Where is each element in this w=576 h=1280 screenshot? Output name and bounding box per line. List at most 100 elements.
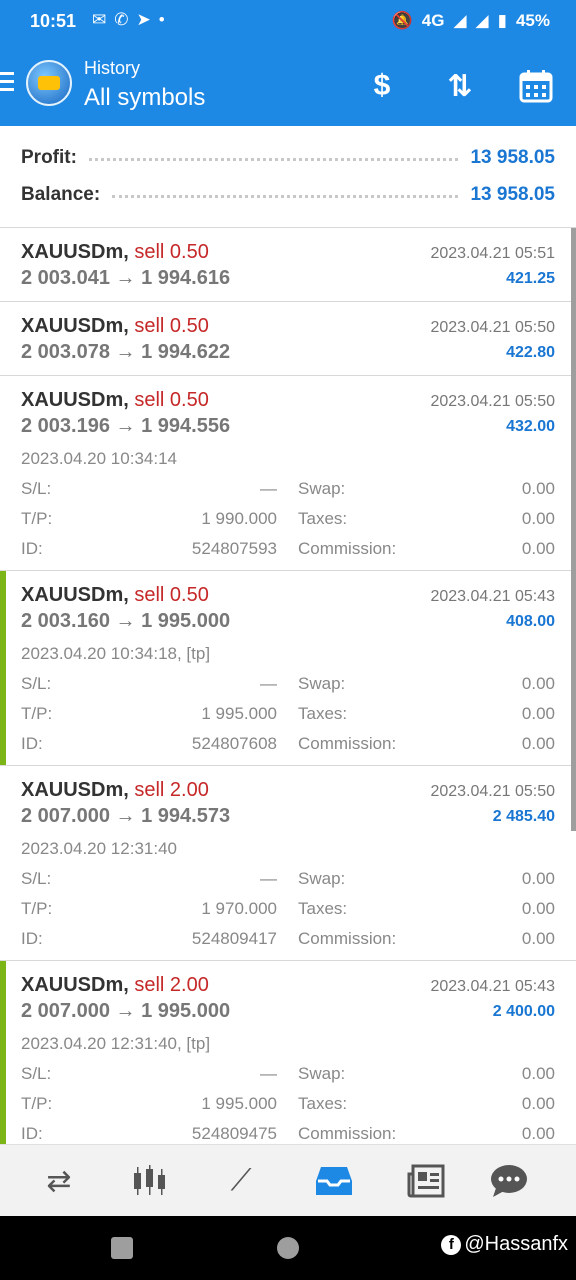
deal-row[interactable]: XAUUSDm, sell 0.50 2 003.078 → 1 994.622…	[0, 302, 576, 376]
deal-symbol: XAUUSDm,	[21, 779, 129, 801]
sl-swap-row: S/L: — Swap: 0.00	[21, 869, 555, 893]
calendar-icon[interactable]	[516, 66, 556, 106]
deal-action: sell 2.00	[134, 779, 209, 801]
bottom-nav: ⇄ ⟋	[0, 1144, 576, 1216]
symbol-filter[interactable]: All symbols	[84, 84, 205, 112]
battery-icon: ▮	[497, 11, 507, 30]
commission-value: 0.00	[521, 1124, 555, 1143]
clock: 10:51	[30, 11, 77, 31]
deal-close-time: 2023.04.21 05:43	[430, 978, 555, 995]
news-icon[interactable]	[401, 1157, 451, 1205]
deal-symbol: XAUUSDm,	[21, 584, 129, 606]
chart-icon[interactable]	[125, 1157, 175, 1205]
tp-taxes-row: T/P: 1 970.000 Taxes: 0.00	[21, 899, 555, 923]
deal-row-expanded[interactable]: XAUUSDm, sell 2.00 2 007.000 → 1 994.573…	[0, 766, 576, 961]
deal-row-expanded[interactable]: XAUUSDm, sell 0.50 2 003.196 → 1 994.556…	[0, 376, 576, 571]
notification-icons: ✉ ✆ ➤ •	[92, 10, 165, 30]
id-label: ID:	[21, 734, 43, 753]
swap-label: Swap:	[298, 674, 346, 693]
deal-symbol: XAUUSDm,	[21, 315, 129, 337]
tp-value: 1 995.000	[201, 704, 277, 723]
id-value: 524807608	[191, 734, 277, 753]
tp-taxes-row: T/P: 1 995.000 Taxes: 0.00	[21, 1094, 555, 1118]
status-bar: 10:51 ✉ ✆ ➤ • 🔕 4G ◢ ◢ ▮ 45%	[0, 0, 576, 44]
commission-label: Commission:	[298, 1124, 397, 1143]
watermark: f @Hassanfx	[441, 1233, 568, 1256]
deal-open-time: 2023.04.20 10:34:18, [tp]	[21, 644, 211, 663]
taxes-label: Taxes:	[298, 1094, 348, 1113]
profit-value: 13 958.05	[470, 147, 555, 168]
balance-label: Balance:	[21, 184, 101, 205]
commission-label: Commission:	[298, 929, 397, 948]
deal-profit: 422.80	[506, 344, 555, 361]
account-summary: Profit: 13 958.05 Balance: 13 958.05	[0, 126, 576, 228]
home-button[interactable]	[277, 1237, 299, 1259]
menu-icon[interactable]	[0, 72, 16, 96]
swap-label: Swap:	[298, 1064, 346, 1083]
sl-swap-row: S/L: — Swap: 0.00	[21, 1064, 555, 1088]
sl-swap-row: S/L: — Swap: 0.00	[21, 479, 555, 503]
chat-icon[interactable]	[484, 1157, 534, 1205]
commission-value: 0.00	[521, 539, 555, 558]
trade-icon[interactable]: ⟋	[216, 1157, 266, 1205]
deal-prices: 2 003.196 → 1 994.556	[21, 415, 231, 437]
id-value: 524809475	[191, 1124, 277, 1143]
deal-action: sell 0.50	[134, 389, 209, 411]
history-icon[interactable]	[309, 1157, 359, 1205]
deal-action: sell 2.00	[134, 974, 209, 996]
deal-row-expanded[interactable]: XAUUSDm, sell 0.50 2 003.160 → 1 995.000…	[0, 571, 576, 766]
deal-action: sell 0.50	[134, 584, 209, 606]
app-logo	[26, 60, 72, 106]
dotted-leader	[88, 155, 459, 161]
deal-profit: 2 400.00	[492, 1003, 555, 1020]
quotes-icon[interactable]: ⇄	[34, 1157, 84, 1205]
id-commission-row: ID: 524809417 Commission: 0.00	[21, 929, 555, 953]
deal-close-time: 2023.04.21 05:43	[430, 588, 555, 605]
deal-prices: 2 007.000 → 1 995.000	[21, 1000, 231, 1022]
tp-taxes-row: T/P: 1 995.000 Taxes: 0.00	[21, 704, 555, 728]
taxes-value: 0.00	[521, 1094, 555, 1113]
tp-taxes-row: T/P: 1 990.000 Taxes: 0.00	[21, 509, 555, 533]
scrollbar[interactable]	[571, 228, 576, 831]
messenger-icon: ✉	[92, 10, 107, 29]
deal-row[interactable]: XAUUSDm, sell 0.50 2 003.041 → 1 994.616…	[0, 228, 576, 302]
facebook-icon: f	[441, 1234, 462, 1255]
deals-list[interactable]: XAUUSDm, sell 0.50 2 003.041 → 1 994.616…	[0, 228, 576, 1144]
deal-row-expanded[interactable]: XAUUSDm, sell 2.00 2 007.000 → 1 995.000…	[0, 961, 576, 1144]
sl-label: S/L:	[21, 674, 52, 693]
tp-label: T/P:	[21, 704, 53, 723]
sl-value: —	[260, 1064, 277, 1083]
id-commission-row: ID: 524809475 Commission: 0.00	[21, 1124, 555, 1144]
profit-row: Profit: 13 958.05	[21, 143, 555, 173]
deal-close-time: 2023.04.21 05:51	[430, 245, 555, 262]
battery-level: 45%	[515, 11, 550, 30]
sl-label: S/L:	[21, 1064, 52, 1083]
swap-value: 0.00	[521, 674, 555, 693]
tp-value: 1 995.000	[201, 1094, 277, 1113]
deal-prices: 2 007.000 → 1 994.573	[21, 805, 231, 827]
commission-value: 0.00	[521, 734, 555, 753]
deal-profit: 408.00	[506, 613, 555, 630]
taxes-label: Taxes:	[298, 509, 348, 528]
sort-icon[interactable]: ⇅	[440, 66, 480, 106]
commission-label: Commission:	[298, 539, 397, 558]
swap-value: 0.00	[521, 1064, 555, 1083]
id-commission-row: ID: 524807593 Commission: 0.00	[21, 539, 555, 563]
id-label: ID:	[21, 929, 43, 948]
tp-label: T/P:	[21, 1094, 53, 1113]
deal-close-time: 2023.04.21 05:50	[430, 319, 555, 336]
deal-close-time: 2023.04.21 05:50	[430, 393, 555, 410]
currency-filter-icon[interactable]: $	[362, 66, 402, 106]
deal-prices: 2 003.160 → 1 995.000	[21, 610, 231, 632]
tp-value: 1 990.000	[201, 509, 277, 528]
sl-value: —	[260, 674, 277, 693]
recents-button[interactable]	[111, 1237, 133, 1259]
id-value: 524807593	[191, 539, 277, 558]
telegram-icon: ➤	[136, 10, 151, 29]
taxes-value: 0.00	[521, 704, 555, 723]
deal-close-time: 2023.04.21 05:50	[430, 783, 555, 800]
deal-open-time: 2023.04.20 12:31:40, [tp]	[21, 1034, 211, 1053]
sl-swap-row: S/L: — Swap: 0.00	[21, 674, 555, 698]
tp-value: 1 970.000	[201, 899, 277, 918]
deal-symbol: XAUUSDm,	[21, 241, 129, 263]
